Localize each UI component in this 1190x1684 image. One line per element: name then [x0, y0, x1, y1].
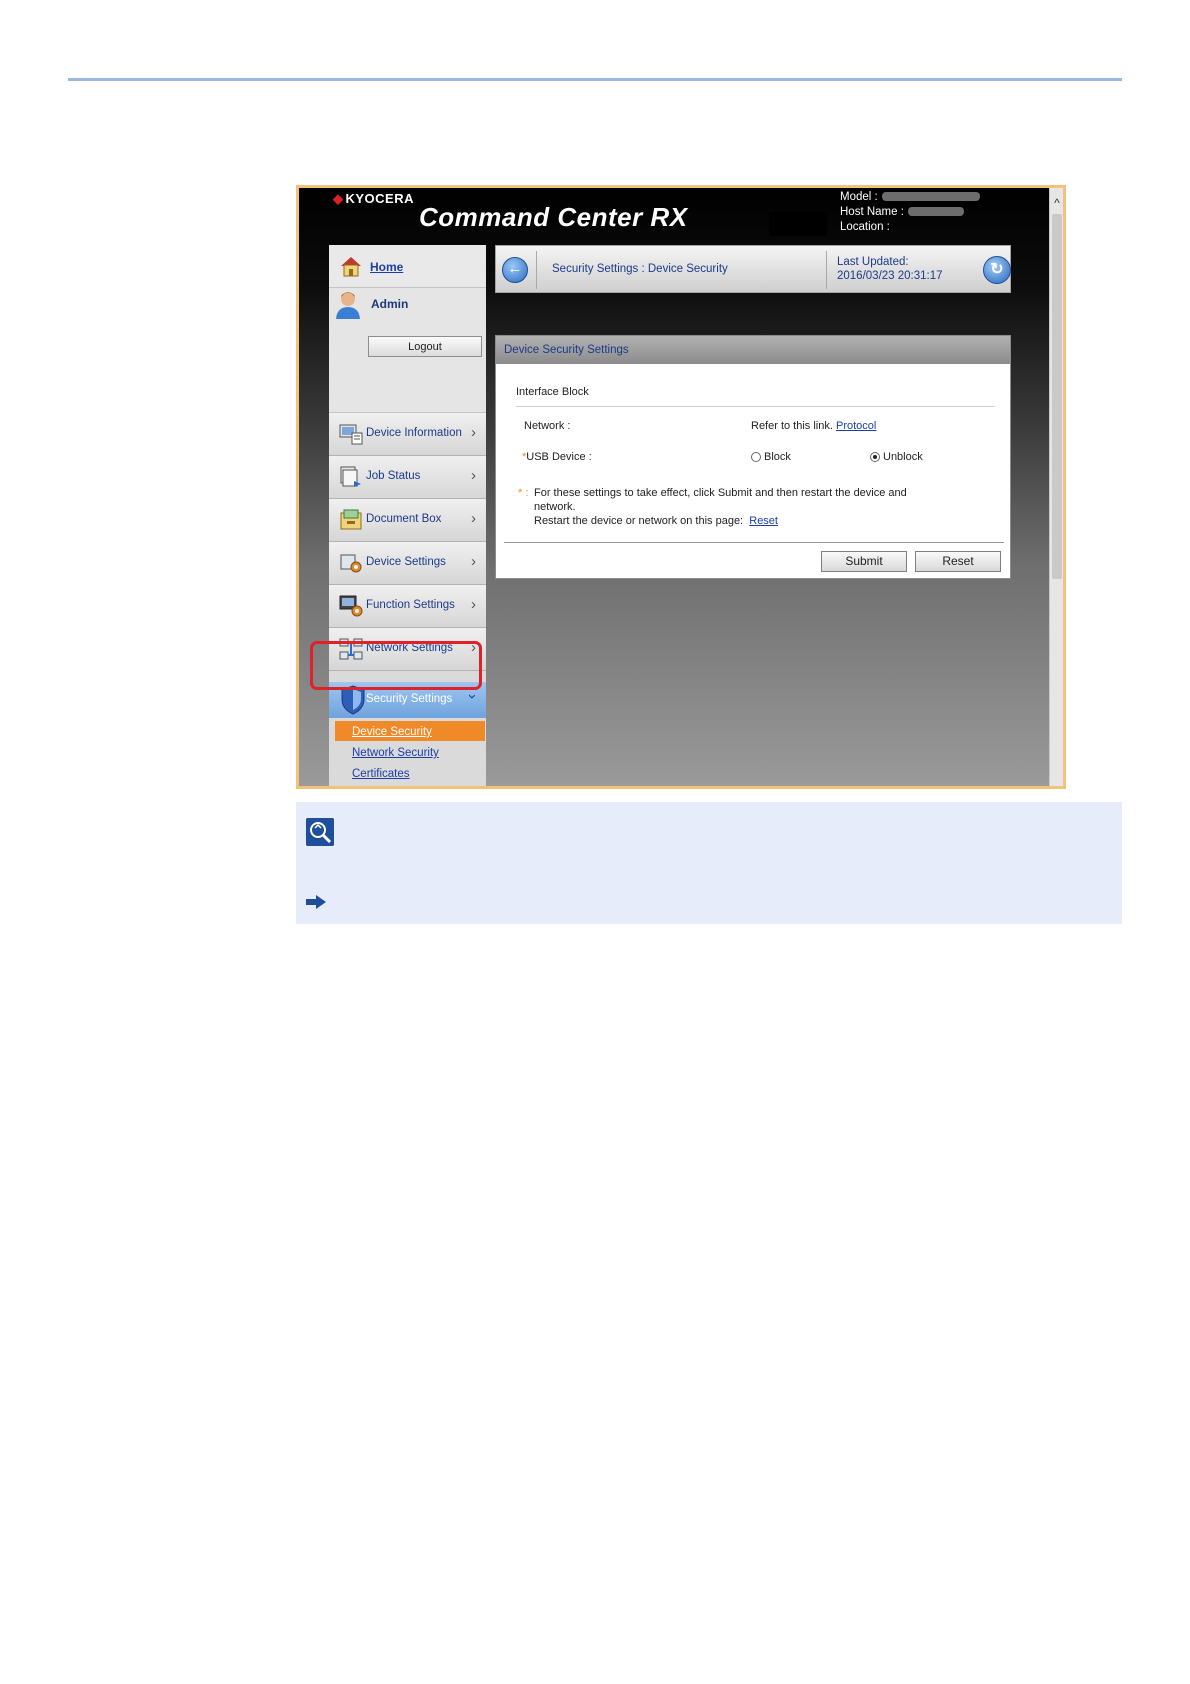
- model-row: Model :: [840, 190, 980, 205]
- browser-screenshot: ◆ KYOCERA Command Center RX Model : Host …: [296, 185, 1066, 789]
- device-info-header: Model : Host Name : Location :: [840, 190, 980, 235]
- sidebar-item-document-box[interactable]: Document Box ›: [329, 499, 486, 542]
- radio-unchecked-icon: [751, 452, 761, 463]
- protocol-link[interactable]: Protocol: [836, 420, 876, 432]
- sub-item-certificates[interactable]: Certificates: [352, 768, 410, 780]
- usb-block-radio[interactable]: Block: [751, 451, 791, 463]
- sidebar-item-label: Device Information: [366, 427, 462, 439]
- note-icon: [306, 818, 334, 846]
- device-settings-icon: [340, 554, 362, 573]
- user-avatar-icon: [336, 292, 360, 319]
- arrow-right-icon: [306, 895, 326, 909]
- device-information-icon: [339, 424, 363, 445]
- logout-button[interactable]: Logout: [368, 336, 482, 357]
- section-title: Interface Block: [516, 386, 589, 398]
- sidebar-item-device-information[interactable]: Device Information ›: [329, 413, 486, 456]
- usb-unblock-radio[interactable]: Unblock: [870, 451, 923, 463]
- vertical-scrollbar[interactable]: ^: [1049, 188, 1063, 786]
- sidebar-item-label: Security Settings: [366, 693, 453, 705]
- back-button[interactable]: ←: [502, 257, 528, 283]
- arrow-left-icon: ←: [507, 260, 523, 277]
- sidebar-user-panel: Admin Logout: [329, 288, 486, 413]
- sidebar-item-job-status[interactable]: Job Status ›: [329, 456, 486, 499]
- device-security-panel: Device Security Settings Interface Block…: [495, 335, 1011, 579]
- note-line-1: For these settings to take effect, click…: [534, 487, 907, 499]
- network-ref: Refer to this link. Protocol: [751, 420, 876, 432]
- callout-highlight-frame: [310, 641, 482, 690]
- sidebar-item-label: Function Settings: [366, 599, 455, 611]
- network-ref-text: Refer to this link.: [751, 420, 833, 432]
- host-row: Host Name :: [840, 205, 980, 220]
- sidebar-item-label: Job Status: [366, 470, 421, 482]
- page-top-rule: [68, 78, 1122, 81]
- sidebar-item-function-settings[interactable]: Function Settings ›: [329, 585, 486, 628]
- function-settings-icon: [339, 595, 363, 617]
- scrollbar-thumb[interactable]: [1052, 214, 1062, 579]
- last-updated-value: 2016/03/23 20:31:17: [837, 270, 943, 282]
- product-title: Command Center RX: [419, 202, 688, 232]
- submit-button[interactable]: Submit: [821, 551, 907, 572]
- sub-item-network-security[interactable]: Network Security: [352, 747, 439, 759]
- refresh-icon: ↻: [990, 261, 1004, 278]
- kyocera-logo: ◆ KYOCERA: [333, 191, 415, 206]
- restart-reset-link[interactable]: Reset: [749, 515, 778, 527]
- header-black-box: [769, 212, 827, 236]
- kyocera-mark-icon: ◆: [333, 191, 344, 206]
- reset-button[interactable]: Reset: [915, 551, 1001, 572]
- host-value-redacted: [907, 207, 964, 217]
- divider: [536, 251, 537, 289]
- command-center-app: ◆ KYOCERA Command Center RX Model : Host …: [299, 188, 1049, 786]
- network-label: Network :: [524, 420, 571, 432]
- last-updated-label: Last Updated:: [837, 256, 909, 268]
- note-box: [296, 802, 1122, 924]
- chevron-right-icon: ›: [471, 596, 476, 613]
- breadcrumb: ← Security Settings : Device Security La…: [495, 245, 1011, 293]
- chevron-right-icon: ›: [471, 510, 476, 527]
- panel-title: Device Security Settings: [504, 344, 629, 356]
- note-marker: * :: [518, 487, 529, 499]
- sidebar-item-label: Document Box: [366, 513, 442, 525]
- note-line-3: Restart the device or network on this pa…: [534, 515, 778, 527]
- divider: [826, 251, 827, 289]
- chevron-right-icon: ›: [471, 424, 476, 441]
- location-row: Location :: [840, 221, 890, 233]
- sidebar-item-label: Device Settings: [366, 556, 446, 568]
- sub-item-device-security[interactable]: Device Security: [352, 726, 432, 738]
- chevron-down-icon: ›: [464, 694, 481, 699]
- sidebar: Home Admin Logout Device Information › J…: [329, 245, 486, 786]
- model-value-redacted: [881, 192, 980, 202]
- chevron-right-icon: ›: [471, 553, 476, 570]
- document-box-icon: [340, 509, 362, 530]
- radio-checked-icon: [870, 452, 880, 463]
- section-divider: [516, 406, 995, 407]
- home-icon: [341, 257, 361, 277]
- panel-divider: [504, 542, 1004, 543]
- home-link[interactable]: Home: [370, 260, 403, 274]
- sidebar-home: Home: [329, 245, 486, 288]
- panel-header: Device Security Settings: [496, 336, 1010, 364]
- breadcrumb-path: Security Settings : Device Security: [552, 263, 728, 275]
- refresh-button[interactable]: ↻: [983, 256, 1011, 284]
- scroll-up-icon[interactable]: ^: [1050, 196, 1063, 210]
- usb-device-label: *USB Device :: [522, 451, 592, 463]
- sidebar-item-device-settings[interactable]: Device Settings ›: [329, 542, 486, 585]
- note-line-2: network.: [534, 501, 576, 513]
- user-name: Admin: [371, 297, 409, 311]
- job-status-icon: [340, 466, 361, 487]
- chevron-right-icon: ›: [471, 467, 476, 484]
